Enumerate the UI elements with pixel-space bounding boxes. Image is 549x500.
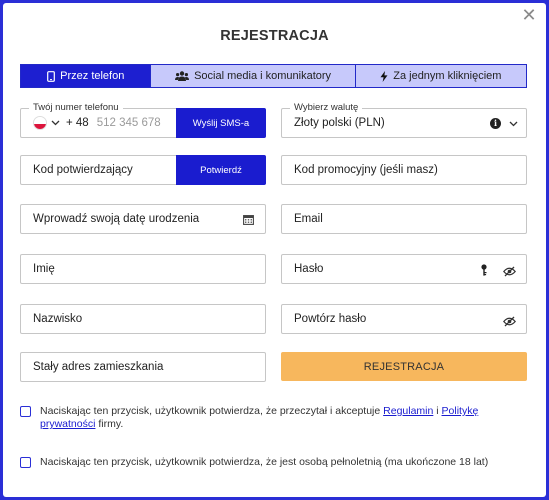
email-input[interactable]: Email [282,213,323,225]
phone-field[interactable]: Twój numer telefonu + 48 512 345 678 Wyś… [20,102,266,138]
phone-input[interactable]: 512 345 678 [97,117,161,129]
tab-social-label: Social media i komunikatory [194,70,332,82]
terms-consent: Naciskając ten przycisk, użytkownik potw… [20,405,510,431]
registration-tabs: Przez telefon Social media i komunikator… [20,64,527,88]
last-name-field[interactable]: Nazwisko [20,304,266,334]
currency-label: Wybierz walutę [290,102,363,114]
address-input[interactable]: Stały adres zamieszkania [21,361,163,373]
register-submit-button[interactable]: REJESTRACJA [281,352,527,381]
key-icon[interactable] [480,263,488,281]
close-icon[interactable]: ✕ [521,7,537,25]
first-name-input[interactable]: Imię [21,263,55,275]
age-consent: Naciskając ten przycisk, użytkownik potw… [20,456,510,469]
terms-text-middle: i [433,405,442,417]
phone-icon [47,70,56,82]
send-sms-button[interactable]: Wyślij SMS-a [176,108,266,138]
address-field[interactable]: Stały adres zamieszkania [20,352,266,382]
currency-select[interactable]: Wybierz walutę Złoty polski (PLN) i [281,102,527,138]
terms-checkbox[interactable] [20,406,31,417]
currency-value: Złoty polski (PLN) [294,117,385,129]
password-input[interactable]: Hasło [282,263,323,275]
users-icon [175,71,190,81]
terms-link[interactable]: Regulamin [383,405,433,417]
confirmation-code-input[interactable]: Kod potwierdzający [21,164,133,176]
registration-modal: ✕ REJESTRACJA Przez telefon Social media… [3,3,546,497]
phone-label: Twój numer telefonu [29,102,123,114]
terms-consent-text: Naciskając ten przycisk, użytkownik potw… [40,405,510,431]
calendar-icon[interactable] [241,212,255,226]
age-checkbox[interactable] [20,457,31,468]
email-field[interactable]: Email [281,204,527,234]
eye-slash-icon[interactable] [503,314,516,332]
tab-one-click-label: Za jednym kliknięciem [393,70,502,82]
terms-text-after: firmy. [95,418,124,430]
poland-flag-icon[interactable] [33,116,47,130]
tab-social[interactable]: Social media i komunikatory [150,65,355,87]
age-consent-text: Naciskając ten przycisk, użytkownik potw… [40,456,489,468]
terms-text-before: Naciskając ten przycisk, użytkownik potw… [40,405,384,417]
tab-phone[interactable]: Przez telefon [21,65,151,87]
birthdate-input[interactable]: Wprowadź swoją datę urodzenia [21,213,199,225]
birthdate-field[interactable]: Wprowadź swoją datę urodzenia [20,204,266,234]
tab-phone-label: Przez telefon [60,70,125,82]
first-name-field[interactable]: Imię [20,254,266,284]
repeat-password-field[interactable]: Powtórz hasło [281,304,527,334]
tab-one-click[interactable]: Za jednym kliknięciem [354,65,526,87]
chevron-down-icon[interactable] [509,121,518,127]
info-icon[interactable]: i [490,118,501,129]
promo-code-field[interactable]: Kod promocyjny (jeśli masz) [281,155,527,185]
password-field[interactable]: Hasło [281,254,527,284]
eye-slash-icon[interactable] [503,264,516,282]
confirmation-code-field[interactable]: Kod potwierdzający Potwierdź [20,155,266,185]
repeat-password-input[interactable]: Powtórz hasło [282,313,366,325]
last-name-input[interactable]: Nazwisko [21,313,82,325]
confirm-button[interactable]: Potwierdź [176,155,266,185]
lightning-icon [380,70,388,82]
modal-title: REJESTRACJA [220,28,329,44]
promo-code-input[interactable]: Kod promocyjny (jeśli masz) [282,164,438,176]
chevron-down-icon[interactable] [51,120,60,126]
phone-prefix: + 48 [66,117,89,129]
